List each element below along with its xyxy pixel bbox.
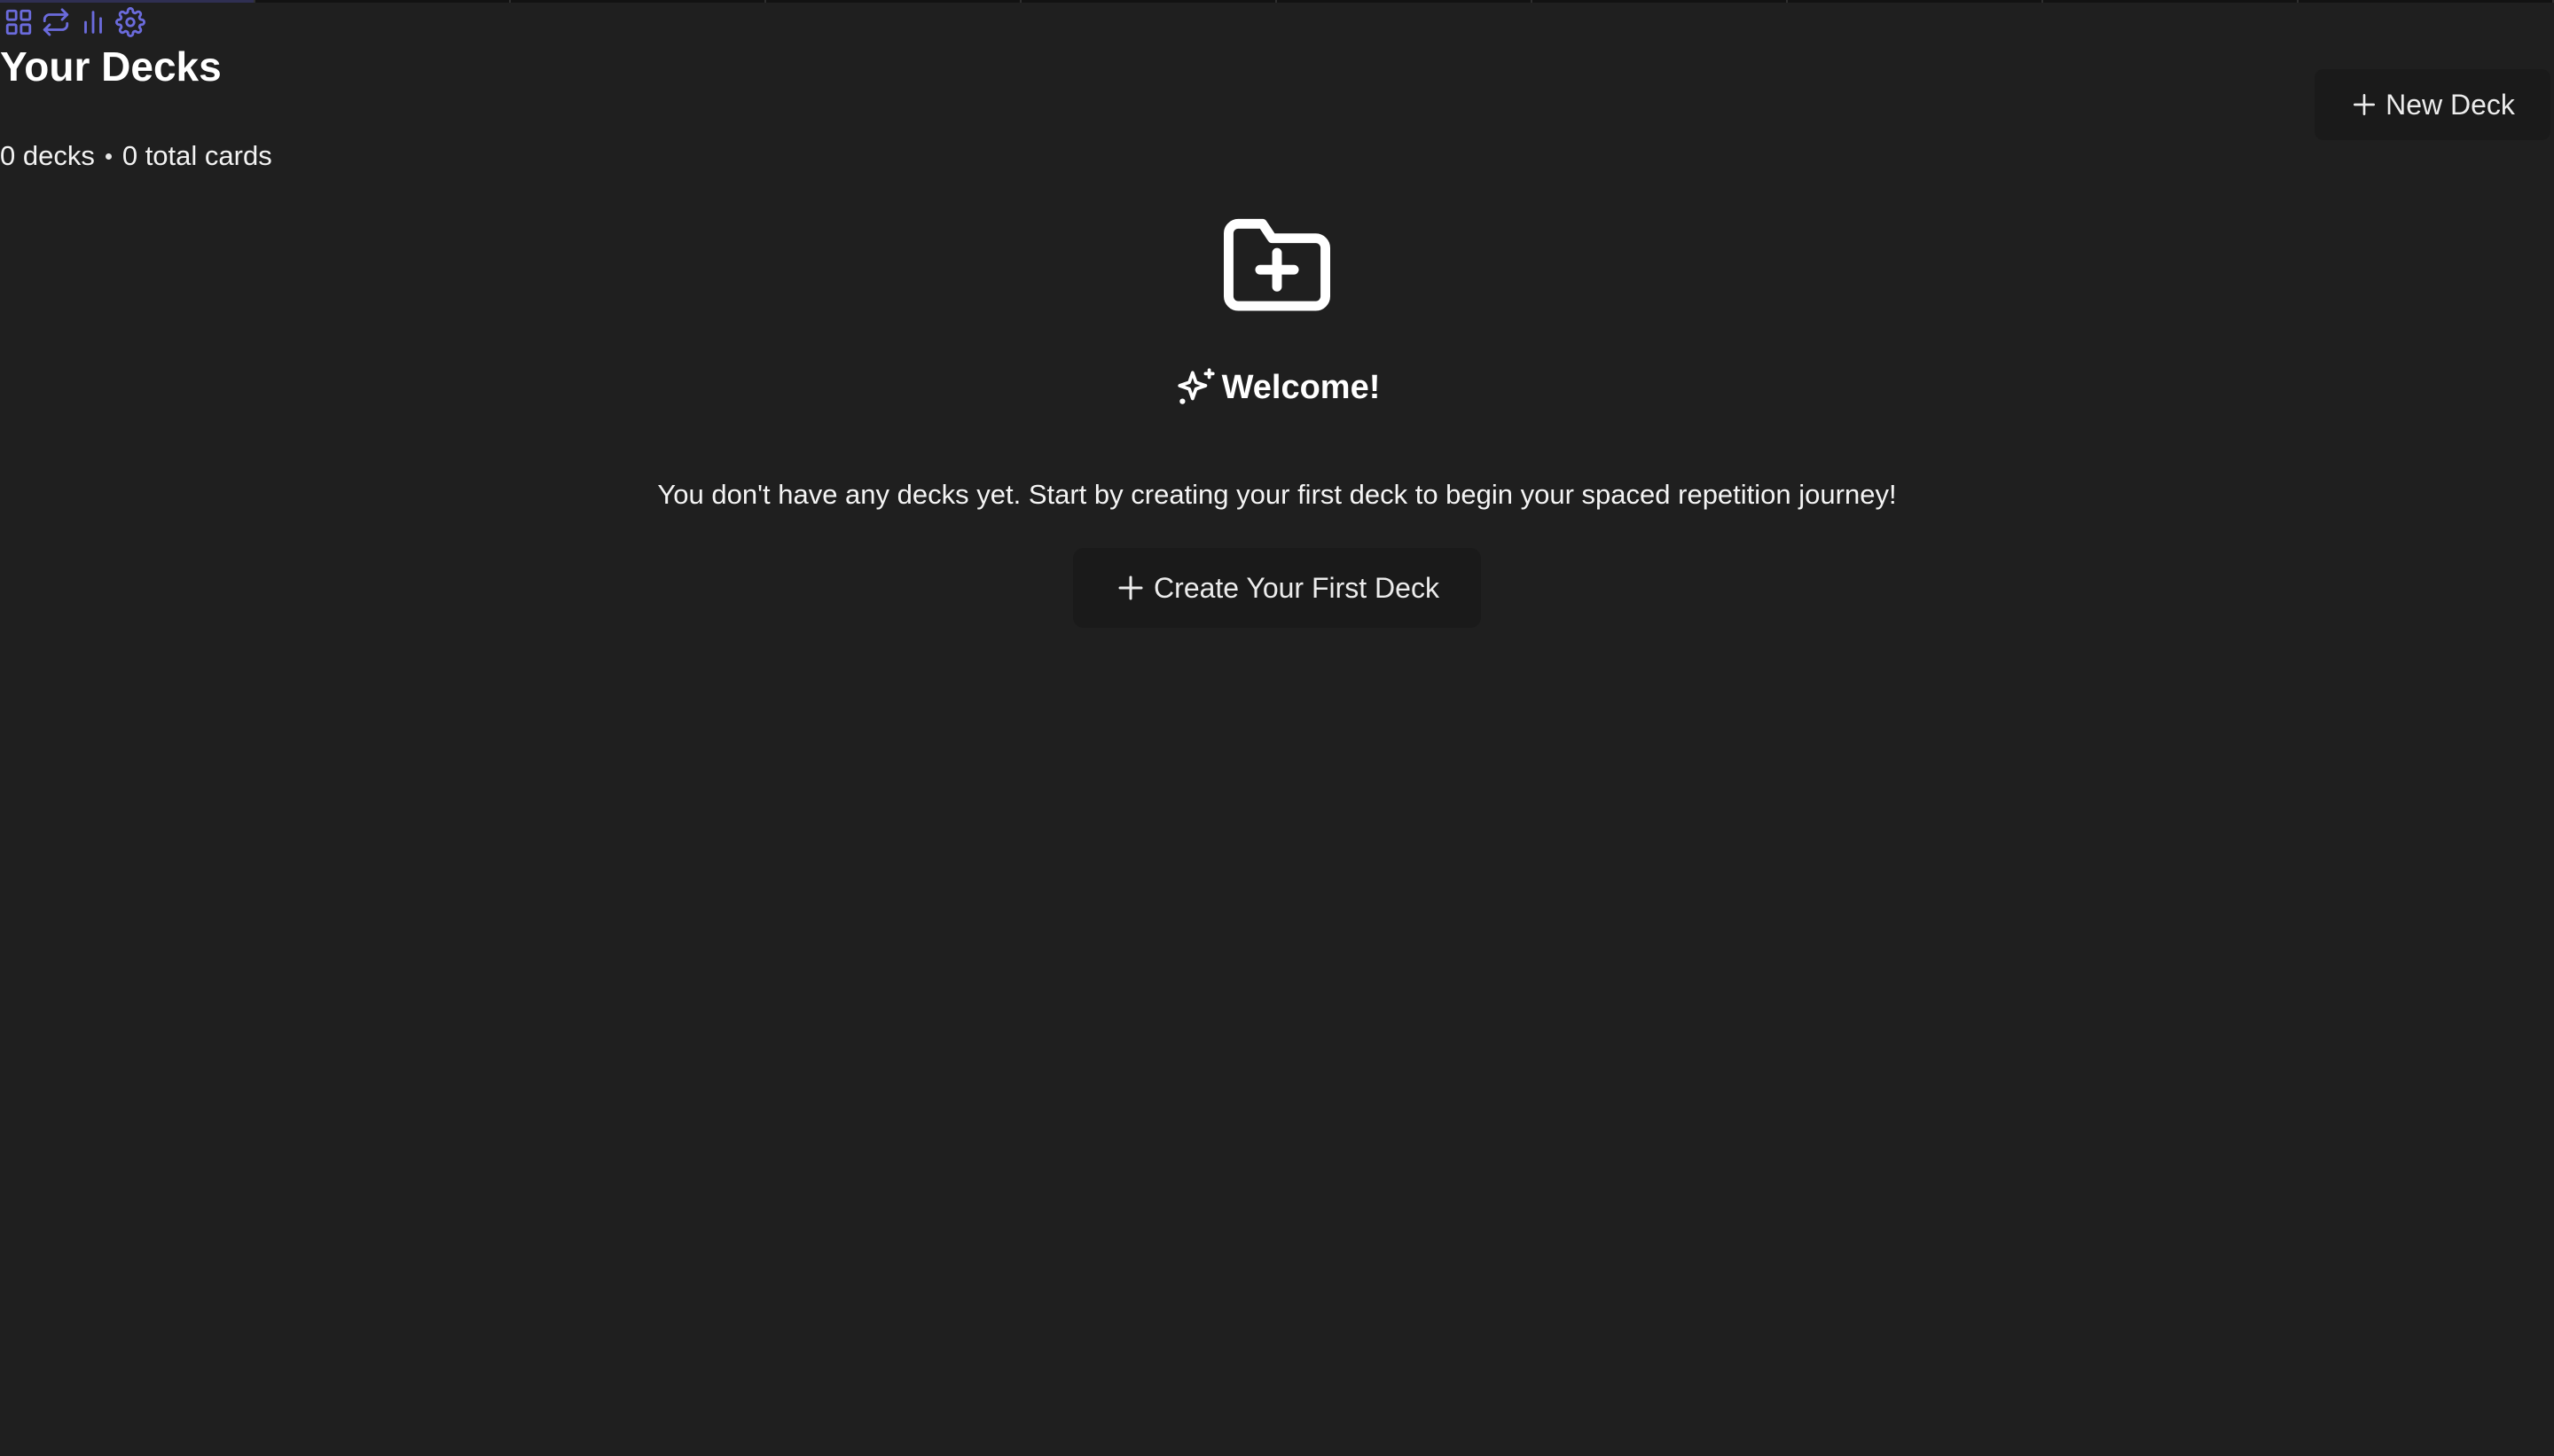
tab-segment[interactable]: [1788, 0, 2043, 3]
top-tab-strip: [0, 0, 2554, 4]
app-page: Your Decks 0 decks 0 total cards New Dec…: [0, 0, 2554, 1456]
tab-segment[interactable]: [1532, 0, 1788, 3]
repeat-icon: [43, 8, 69, 36]
new-deck-button[interactable]: New Deck: [2315, 69, 2550, 140]
bar-chart-icon: [84, 11, 102, 34]
empty-state-description: You don't have any decks yet. Start by c…: [657, 479, 1897, 510]
plus-icon: [1118, 575, 1143, 600]
tab-segment[interactable]: [766, 0, 1022, 3]
welcome-title: Welcome!: [1221, 368, 1381, 406]
separator-dot: [105, 153, 112, 160]
decks-nav-button[interactable]: [2, 5, 35, 39]
tab-segment[interactable]: [0, 0, 255, 3]
tab-segment[interactable]: [255, 0, 511, 3]
tab-segment[interactable]: [511, 0, 766, 3]
folder-plus-icon: [1224, 218, 1330, 311]
gear-icon: [115, 7, 145, 37]
create-first-deck-button[interactable]: Create Your First Deck: [1073, 548, 1481, 628]
sparkles-icon: [1177, 368, 1215, 404]
page-title: Your Decks: [0, 43, 222, 90]
plus-icon: [2354, 94, 2376, 115]
deck-count: 0 decks: [0, 140, 95, 171]
grid-icon: [5, 9, 32, 35]
stats-nav-button[interactable]: [76, 5, 110, 39]
create-first-deck-label: Create Your First Deck: [1154, 571, 1439, 604]
card-count: 0 total cards: [121, 140, 272, 171]
tab-segment[interactable]: [1022, 0, 1277, 3]
deck-summary: 0 decks 0 total cards: [0, 140, 272, 172]
review-nav-button[interactable]: [39, 5, 73, 39]
welcome-heading: Welcome!: [0, 365, 2554, 410]
tab-segment[interactable]: [1277, 0, 1532, 3]
settings-nav-button[interactable]: [114, 5, 147, 39]
new-deck-label: New Deck: [2386, 88, 2515, 121]
toolbar: [2, 5, 147, 39]
tab-segment[interactable]: [2043, 0, 2299, 3]
tab-segment[interactable]: [2299, 0, 2554, 3]
